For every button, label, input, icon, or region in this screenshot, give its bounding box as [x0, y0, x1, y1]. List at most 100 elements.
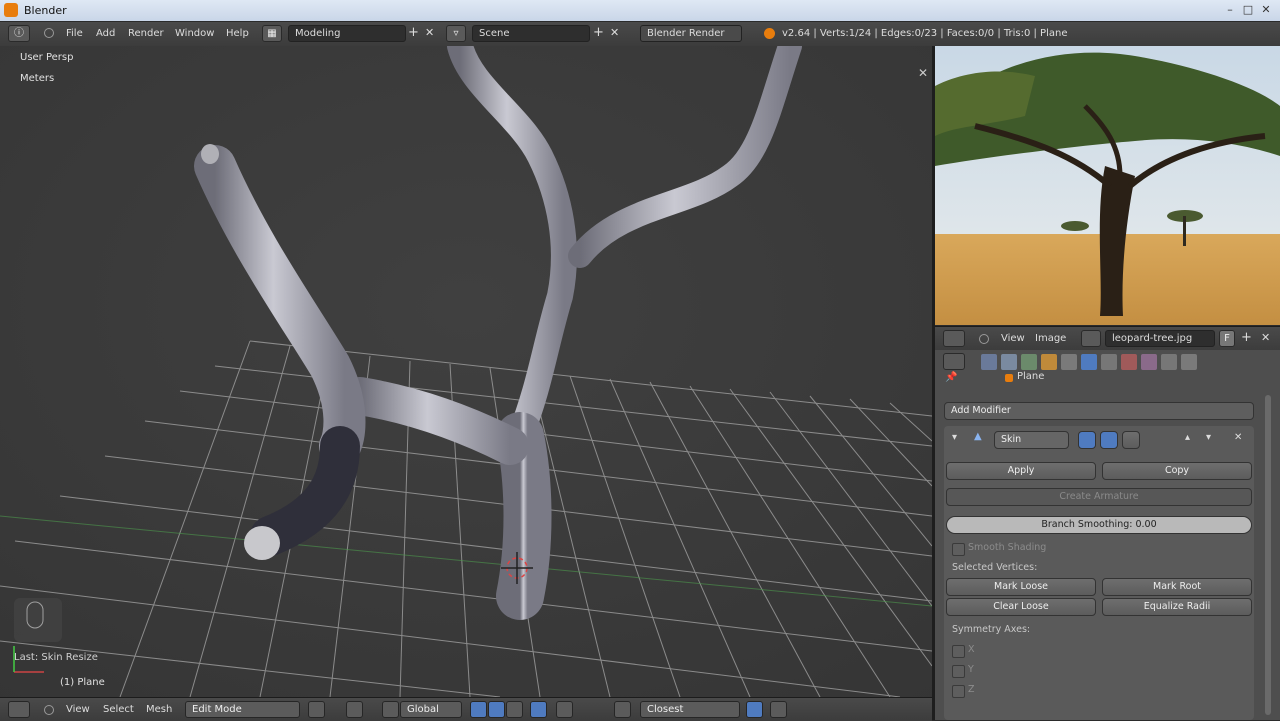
show-in-editmode-icon[interactable]	[1122, 431, 1140, 449]
render-tab-icon[interactable]	[981, 354, 997, 370]
menu-window[interactable]: Window	[175, 28, 214, 39]
skin-modifier-icon: ▲	[974, 431, 982, 442]
new-image-icon[interactable]: +	[1241, 330, 1252, 345]
add-scene-icon[interactable]: +	[593, 25, 604, 40]
constraints-tab-icon[interactable]	[1061, 354, 1077, 370]
data-tab-icon[interactable]	[1101, 354, 1117, 370]
object-name-breadcrumb: Plane	[1017, 371, 1045, 382]
properties-scrollbar[interactable]	[1265, 395, 1271, 715]
menu-render[interactable]: Render	[128, 28, 164, 39]
menu-mesh[interactable]: Mesh	[146, 704, 172, 715]
symmetry-y-label: Y	[968, 664, 974, 675]
mark-root-button[interactable]: Mark Root	[1102, 578, 1252, 596]
collapse-arrow-icon[interactable]: ▾	[952, 432, 957, 443]
menu-file[interactable]: File	[66, 28, 83, 39]
screen-layout-field[interactable]: Modeling	[288, 25, 406, 42]
snap-target-select[interactable]: Closest	[640, 701, 740, 718]
scene-tab-icon[interactable]	[1001, 354, 1017, 370]
screen-layout-icon[interactable]: ▦	[262, 25, 282, 42]
pin-icon[interactable]: 📌	[945, 372, 957, 383]
render-opengl-icon[interactable]	[770, 701, 787, 718]
minimize-button[interactable]: –	[1222, 3, 1238, 17]
symmetry-y-checkbox[interactable]	[952, 665, 965, 678]
snap-element-icon[interactable]	[614, 701, 631, 718]
area-split-icon[interactable]: ✕	[918, 66, 928, 80]
editor-type-properties-icon[interactable]	[943, 353, 965, 370]
transform-orientation-select[interactable]: Global	[400, 701, 462, 718]
object-tab-icon[interactable]	[1041, 354, 1057, 370]
leopard-tree-image	[935, 46, 1280, 325]
create-armature-button[interactable]: Create Armature	[946, 488, 1252, 506]
unlink-image-icon[interactable]: ✕	[1261, 331, 1270, 344]
physics-tab-icon[interactable]	[1181, 354, 1197, 370]
manipulator-icon[interactable]	[382, 701, 399, 718]
menu-help[interactable]: Help	[226, 28, 249, 39]
texture-tab-icon[interactable]	[1141, 354, 1157, 370]
smooth-shading-checkbox[interactable]	[952, 543, 965, 556]
branch-smoothing-slider[interactable]: Branch Smoothing: 0.00	[946, 516, 1252, 534]
3d-viewport[interactable]: User Persp Meters Last: Skin Resize (1) …	[0, 46, 932, 697]
units-label: Meters	[20, 73, 55, 84]
symmetry-x-label: X	[968, 644, 975, 655]
symmetry-z-label: Z	[968, 684, 975, 695]
mark-loose-button[interactable]: Mark Loose	[946, 578, 1096, 596]
add-screen-icon[interactable]: +	[408, 25, 419, 40]
proportional-edit-icon[interactable]	[556, 701, 573, 718]
show-in-viewport-icon[interactable]	[1100, 431, 1118, 449]
particles-tab-icon[interactable]	[1161, 354, 1177, 370]
close-button[interactable]: ✕	[1258, 3, 1274, 17]
fake-user-button[interactable]: F	[1219, 330, 1235, 347]
symmetry-axes-label: Symmetry Axes:	[952, 624, 1031, 635]
scene-icon[interactable]: ▿	[446, 25, 466, 42]
viewport-shading-icon[interactable]	[308, 701, 325, 718]
delete-screen-icon[interactable]: ✕	[425, 26, 434, 39]
menu-view[interactable]: View	[66, 704, 90, 715]
mouse-indicator-icon	[14, 598, 62, 642]
last-operator-label: Last: Skin Resize	[14, 652, 98, 663]
scene-field[interactable]: Scene	[472, 25, 590, 42]
world-tab-icon[interactable]	[1021, 354, 1037, 370]
image-browse-icon[interactable]	[1081, 330, 1101, 347]
modifiers-tab-icon[interactable]	[1081, 354, 1097, 370]
mode-select[interactable]: Edit Mode	[185, 701, 300, 718]
editor-type-image-icon[interactable]	[943, 330, 965, 347]
show-in-render-icon[interactable]	[1078, 431, 1096, 449]
menu-image[interactable]: Image	[1035, 333, 1066, 344]
editor-type-3dview-icon[interactable]	[8, 701, 30, 718]
window-titlebar: Blender – □ ✕	[0, 0, 1280, 21]
equalize-radii-button[interactable]: Equalize Radii	[1102, 598, 1252, 616]
add-modifier-select[interactable]: Add Modifier	[944, 402, 1254, 420]
modifier-name-field[interactable]: Skin	[994, 431, 1069, 449]
copy-button[interactable]: Copy	[1102, 462, 1252, 480]
skin-modifier-panel: ▾ ▲ Skin ▴ ▾ ✕ Apply Copy Create Armatur…	[944, 426, 1254, 720]
menu-select[interactable]: Select	[103, 704, 134, 715]
collapse-menus-icon[interactable]	[979, 334, 989, 344]
menu-view[interactable]: View	[1001, 333, 1025, 344]
delete-scene-icon[interactable]: ✕	[610, 26, 619, 39]
remove-modifier-icon[interactable]: ✕	[1234, 432, 1242, 443]
clear-loose-button[interactable]: Clear Loose	[946, 598, 1096, 616]
face-select-icon[interactable]	[506, 701, 523, 718]
image-name-field[interactable]: leopard-tree.jpg	[1105, 330, 1215, 347]
material-tab-icon[interactable]	[1121, 354, 1137, 370]
maximize-button[interactable]: □	[1240, 3, 1256, 17]
3d-view-header: View Select Mesh Edit Mode Global Closes…	[0, 697, 932, 721]
info-header: ⓘ File Add Render Window Help ▦ Modeling…	[0, 22, 1280, 47]
snap-toggle-icon[interactable]	[746, 701, 763, 718]
symmetry-x-checkbox[interactable]	[952, 645, 965, 658]
image-editor[interactable]	[935, 46, 1280, 325]
apply-button[interactable]: Apply	[946, 462, 1096, 480]
render-engine-select[interactable]: Blender Render	[640, 25, 742, 42]
limit-selection-icon[interactable]	[530, 701, 547, 718]
edge-select-icon[interactable]	[488, 701, 505, 718]
blender-logo-icon	[4, 3, 18, 17]
move-down-icon[interactable]: ▾	[1206, 432, 1211, 443]
menu-add[interactable]: Add	[96, 28, 115, 39]
pivot-point-icon[interactable]	[346, 701, 363, 718]
symmetry-z-checkbox[interactable]	[952, 685, 965, 698]
editor-type-info-icon[interactable]: ⓘ	[8, 25, 30, 42]
vertex-select-icon[interactable]	[470, 701, 487, 718]
move-up-icon[interactable]: ▴	[1185, 432, 1190, 443]
collapse-menus-icon[interactable]	[44, 705, 54, 715]
collapse-menus-icon[interactable]	[44, 28, 54, 38]
